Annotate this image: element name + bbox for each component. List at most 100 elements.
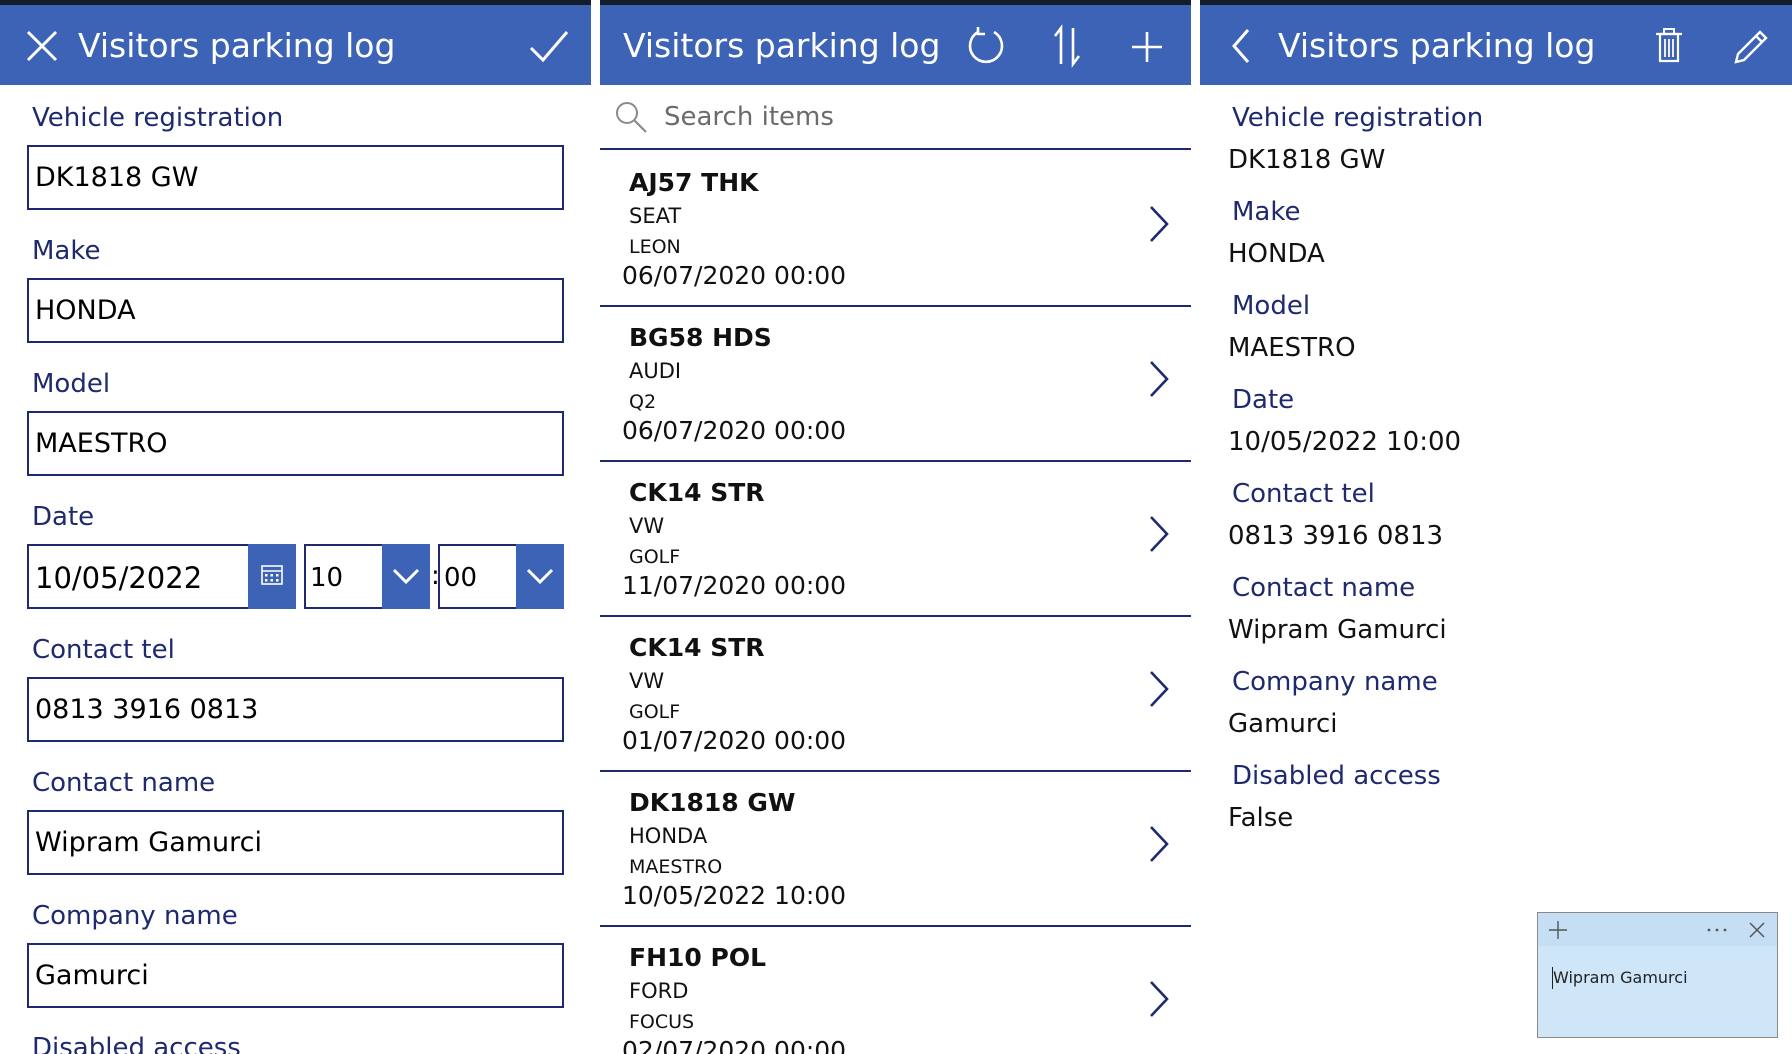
detail-label: Contact tel bbox=[1232, 479, 1375, 509]
panel-divider bbox=[1191, 0, 1200, 1054]
contact-name-input[interactable] bbox=[27, 810, 564, 875]
edit-screen: Visitors parking log Vehicle registratio… bbox=[0, 0, 591, 1054]
contact-name-label: Contact name bbox=[32, 768, 216, 798]
chevron-right-icon[interactable] bbox=[1143, 357, 1173, 401]
chevron-right-icon[interactable] bbox=[1143, 667, 1173, 711]
detail-title: Visitors parking log bbox=[1278, 26, 1596, 65]
vehicle-registration-input[interactable] bbox=[27, 145, 564, 210]
item-model: Q2 bbox=[629, 391, 657, 413]
calendar-icon[interactable] bbox=[248, 544, 296, 609]
panel-divider bbox=[591, 0, 600, 1054]
detail-label: Contact name bbox=[1232, 573, 1416, 603]
item-registration: CK14 STR bbox=[629, 633, 765, 662]
list-item[interactable]: DK1818 GW HONDA MAESTRO 10/05/2022 10:00 bbox=[600, 772, 1191, 927]
detail-value: Gamurci bbox=[1228, 709, 1338, 739]
more-dots-icon[interactable] bbox=[1706, 920, 1728, 940]
item-date: 06/07/2020 00:00 bbox=[622, 416, 847, 445]
close-icon[interactable] bbox=[1748, 921, 1766, 939]
sort-icon[interactable] bbox=[1049, 24, 1085, 68]
detail-value: Wipram Gamurci bbox=[1228, 615, 1447, 645]
trash-icon[interactable] bbox=[1652, 24, 1686, 68]
make-input[interactable] bbox=[27, 278, 564, 343]
chevron-right-icon[interactable] bbox=[1143, 822, 1173, 866]
list-item[interactable]: AJ57 THK SEAT LEON 06/07/2020 00:00 bbox=[600, 152, 1191, 307]
detail-label: Date bbox=[1232, 385, 1295, 415]
detail-label: Company name bbox=[1232, 667, 1438, 697]
item-model: MAESTRO bbox=[629, 856, 723, 878]
hour-dropdown[interactable]: 10 bbox=[304, 544, 430, 609]
sticky-note-window[interactable]: Wipram Gamurci bbox=[1537, 912, 1778, 1038]
item-registration: FH10 POL bbox=[629, 943, 766, 972]
search-bar[interactable]: Search items bbox=[600, 85, 1191, 150]
pencil-icon[interactable] bbox=[1730, 24, 1770, 68]
detail-value: 10/05/2022 10:00 bbox=[1228, 427, 1462, 457]
detail-label: Make bbox=[1232, 197, 1301, 227]
item-registration: DK1818 GW bbox=[629, 788, 796, 817]
detail-screen: Visitors parking log Vehicle registratio… bbox=[1200, 0, 1792, 1054]
contact-tel-label: Contact tel bbox=[32, 635, 175, 665]
disabled-access-label: Disabled access bbox=[32, 1033, 241, 1054]
note-text[interactable]: Wipram Gamurci bbox=[1553, 968, 1688, 987]
make-label: Make bbox=[32, 236, 101, 266]
vehicle-registration-label: Vehicle registration bbox=[32, 103, 284, 133]
browse-screen: Visitors parking log Search items AJ57 T… bbox=[600, 0, 1191, 1054]
date-value: 10/05/2022 bbox=[35, 561, 203, 595]
edit-title: Visitors parking log bbox=[78, 26, 396, 65]
item-make: VW bbox=[629, 514, 665, 538]
item-registration: CK14 STR bbox=[629, 478, 765, 507]
browse-title: Visitors parking log bbox=[623, 26, 941, 65]
search-icon bbox=[613, 99, 649, 135]
search-input[interactable]: Search items bbox=[664, 102, 834, 132]
detail-header: Visitors parking log bbox=[1200, 0, 1792, 85]
plus-icon[interactable] bbox=[1129, 24, 1165, 68]
item-date: 11/07/2020 00:00 bbox=[622, 571, 847, 600]
chevron-right-icon[interactable] bbox=[1143, 977, 1173, 1021]
detail-label: Vehicle registration bbox=[1232, 103, 1484, 133]
detail-label: Model bbox=[1232, 291, 1311, 321]
item-model: GOLF bbox=[629, 546, 681, 568]
item-make: AUDI bbox=[629, 359, 682, 383]
item-registration: AJ57 THK bbox=[629, 168, 759, 197]
hour-value: 10 bbox=[310, 563, 344, 593]
item-make: FORD bbox=[629, 979, 689, 1003]
list-item[interactable]: CK14 STR VW GOLF 01/07/2020 00:00 bbox=[600, 617, 1191, 772]
checkmark-icon[interactable] bbox=[527, 24, 571, 68]
plus-icon[interactable] bbox=[1548, 920, 1568, 940]
chevron-down-icon[interactable] bbox=[516, 544, 564, 609]
detail-value: HONDA bbox=[1228, 239, 1325, 269]
item-date: 02/07/2020 00:00 bbox=[622, 1036, 847, 1054]
contact-tel-input[interactable] bbox=[27, 677, 564, 742]
item-make: SEAT bbox=[629, 204, 682, 228]
list-item[interactable]: CK14 STR VW GOLF 11/07/2020 00:00 bbox=[600, 462, 1191, 617]
date-picker[interactable]: 10/05/2022 bbox=[27, 544, 296, 609]
minute-dropdown[interactable]: 00 bbox=[438, 544, 564, 609]
detail-value: 0813 3916 0813 bbox=[1228, 521, 1444, 551]
refresh-icon[interactable] bbox=[964, 24, 1008, 68]
item-date: 01/07/2020 00:00 bbox=[622, 726, 847, 755]
detail-value: False bbox=[1228, 803, 1294, 833]
item-model: FOCUS bbox=[629, 1011, 695, 1033]
note-title-bar[interactable] bbox=[1538, 913, 1777, 946]
list-item[interactable]: FH10 POL FORD FOCUS 02/07/2020 00:00 bbox=[600, 927, 1191, 1054]
detail-label: Disabled access bbox=[1232, 761, 1441, 791]
model-label: Model bbox=[32, 369, 111, 399]
chevron-right-icon[interactable] bbox=[1143, 512, 1173, 556]
detail-value: MAESTRO bbox=[1228, 333, 1356, 363]
item-date: 10/05/2022 10:00 bbox=[622, 881, 847, 910]
item-make: HONDA bbox=[629, 824, 708, 848]
minute-value: 00 bbox=[444, 563, 478, 593]
edit-header: Visitors parking log bbox=[0, 0, 591, 85]
chevron-right-icon[interactable] bbox=[1143, 202, 1173, 246]
browse-header: Visitors parking log bbox=[600, 0, 1191, 85]
detail-value: DK1818 GW bbox=[1228, 145, 1386, 175]
item-model: LEON bbox=[629, 236, 681, 258]
chevron-down-icon[interactable] bbox=[382, 544, 430, 609]
item-registration: BG58 HDS bbox=[629, 323, 772, 352]
company-name-input[interactable] bbox=[27, 943, 564, 1008]
item-model: GOLF bbox=[629, 701, 681, 723]
close-icon[interactable] bbox=[22, 24, 62, 68]
list-item[interactable]: BG58 HDS AUDI Q2 06/07/2020 00:00 bbox=[600, 307, 1191, 462]
back-chevron-icon[interactable] bbox=[1226, 24, 1256, 68]
company-name-label: Company name bbox=[32, 901, 238, 931]
model-input[interactable] bbox=[27, 411, 564, 476]
